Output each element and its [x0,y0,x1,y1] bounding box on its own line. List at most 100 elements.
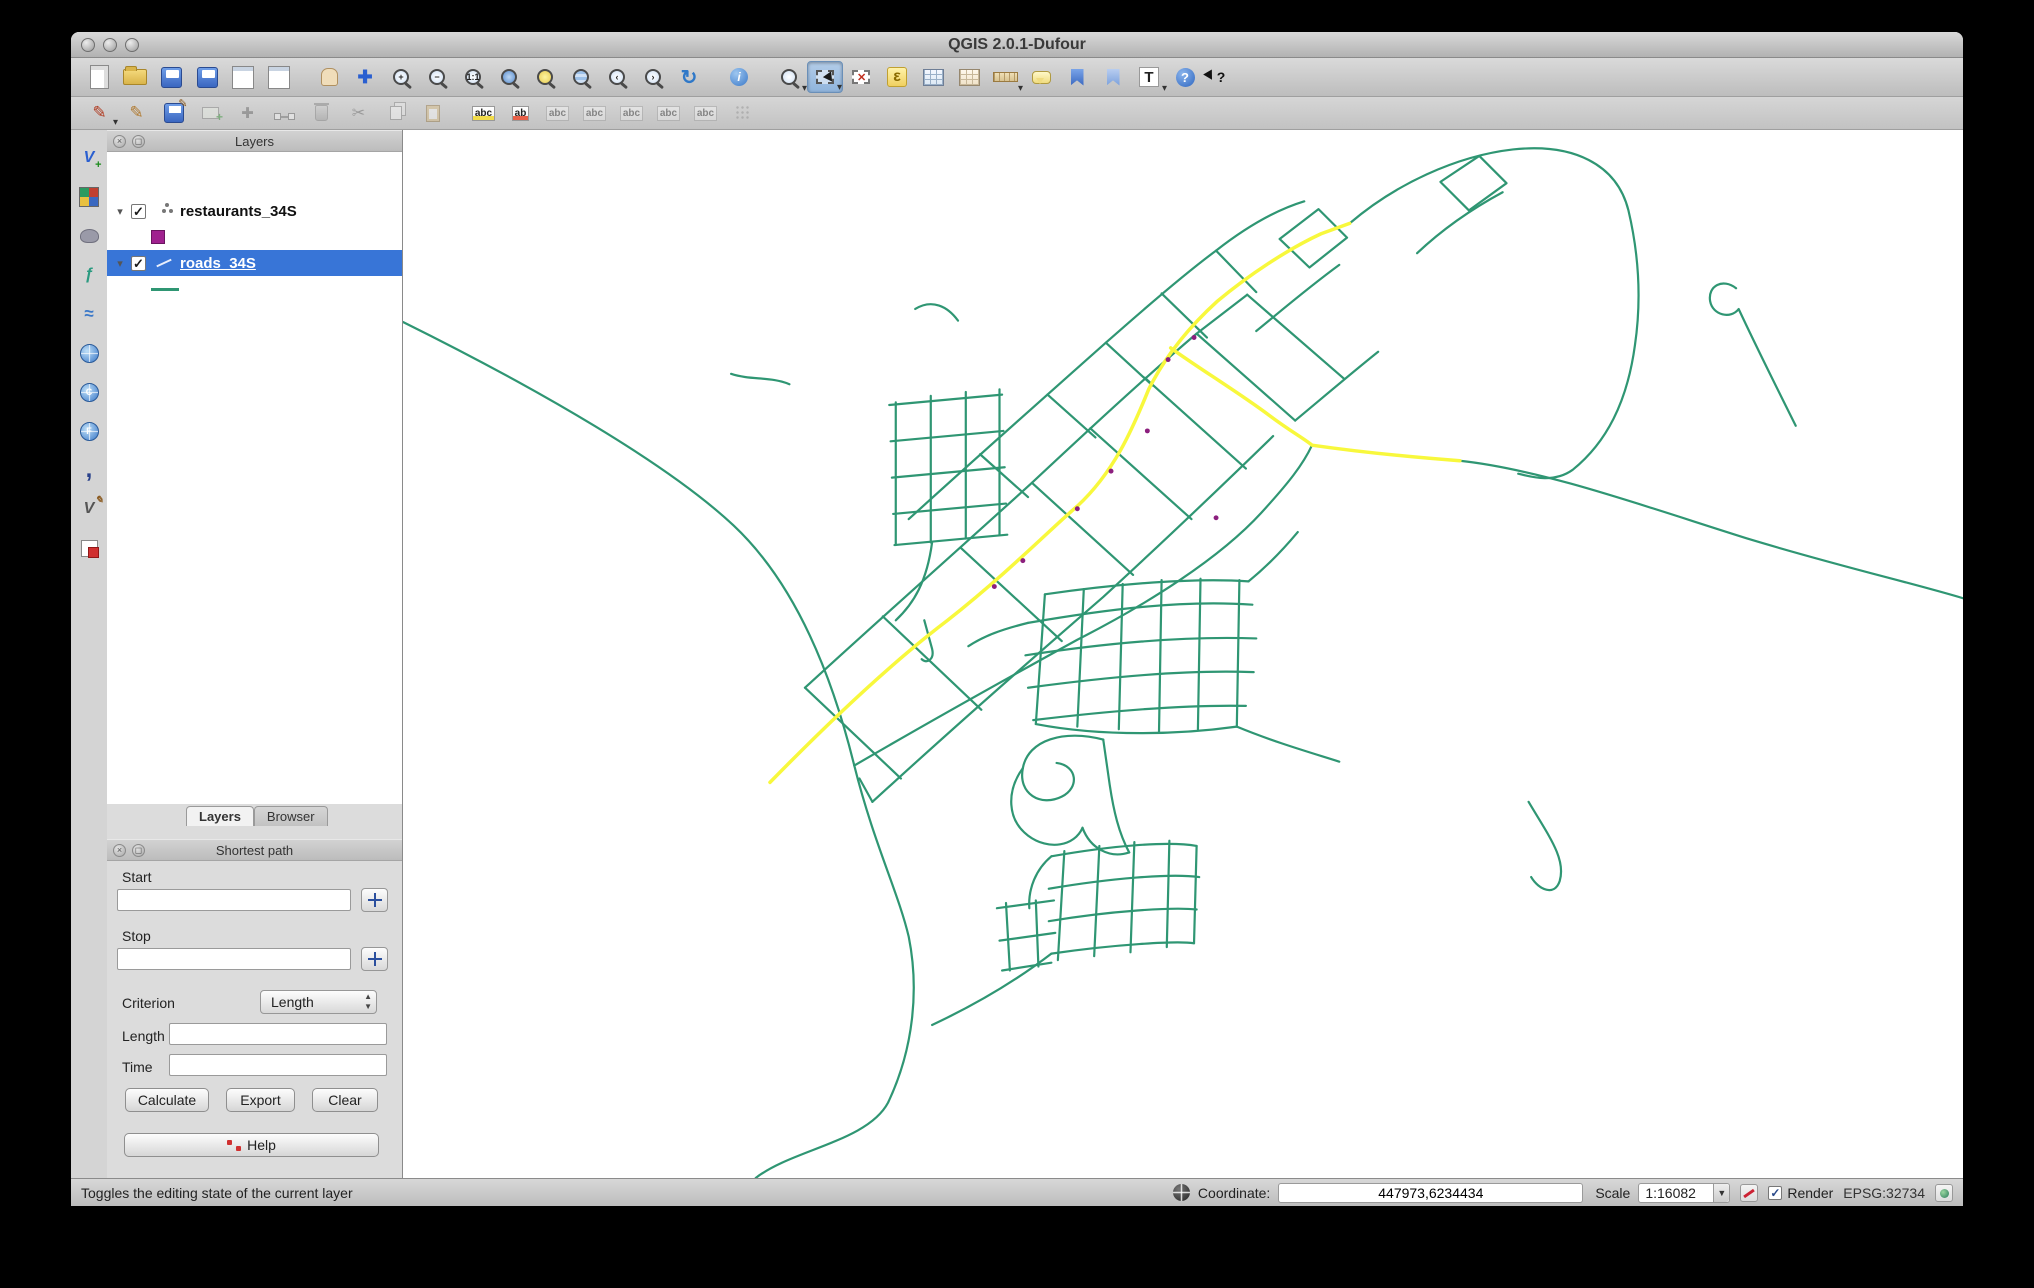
zoom-next-icon[interactable]: › [635,61,671,93]
pan-map-icon[interactable] [311,61,347,93]
toggle-editing-icon[interactable]: ✎ [118,99,155,127]
cut-features-icon[interactable]: ✂ [340,99,377,127]
title-bar[interactable]: QGIS 2.0.1-Dufour [71,32,1963,58]
length-input[interactable] [169,1023,387,1045]
zoom-full-icon[interactable] [491,61,527,93]
pin-labels-icon[interactable]: abc [539,99,576,127]
identify-features-icon[interactable]: i [721,61,757,93]
deselect-all-icon[interactable] [843,61,879,93]
add-mssql-layer-icon[interactable]: ≈ [74,300,104,328]
add-spatialite-layer-icon[interactable]: ƒ [74,261,104,289]
scale-dropdown-arrow-icon: ▼ [1713,1183,1730,1202]
zoom-native-icon[interactable]: 1:1 [455,61,491,93]
render-checkbox[interactable]: ✓ [1768,1185,1783,1200]
map-canvas[interactable] [403,130,1963,1178]
change-label-icon[interactable]: abc [687,99,724,127]
show-bookmarks-icon[interactable] [1095,61,1131,93]
crs-status-icon[interactable] [1935,1183,1953,1202]
select-by-expression-icon[interactable]: ε [879,61,915,93]
help-contents-icon[interactable]: ? [1167,61,1203,93]
zoom-to-selection-icon[interactable] [527,61,563,93]
export-button[interactable]: Export [226,1088,295,1112]
road-graph-icon [227,1139,242,1151]
toolbar-row-2: ✎✎✚✂abcababcabcabcabcabc [71,97,1963,130]
move-feature-icon[interactable]: ✚ [229,99,266,127]
paste-features-icon[interactable] [414,99,451,127]
stop-pick-button[interactable] [361,947,388,971]
map-tips-icon[interactable] [1023,61,1059,93]
shortest-path-content: Start Stop Criterion Length ▲ ▼ Length Ti… [107,861,402,1178]
add-raster-layer-icon[interactable] [74,183,104,211]
rotate-label-icon[interactable]: abc [650,99,687,127]
remove-layer-icon[interactable] [74,534,104,562]
criterion-dropdown[interactable]: Length ▲ ▼ [260,990,377,1014]
status-message: Toggles the editing state of the current… [81,1184,353,1201]
open-project-icon[interactable] [117,61,153,93]
current-edits-icon[interactable]: ✎ [81,99,118,128]
new-bookmark-icon[interactable] [1059,61,1095,93]
line-layer-icon [154,258,174,268]
zoom-out-icon[interactable]: − [419,61,455,93]
help-button[interactable]: Help [124,1133,379,1157]
add-vector-layer-icon[interactable]: V [74,144,104,172]
layers-panel-close-button[interactable]: × [113,134,126,148]
clear-button[interactable]: Clear [312,1088,378,1112]
text-annotation-icon[interactable]: T [1131,61,1167,94]
pan-to-selection-icon[interactable]: ✚ [347,61,383,93]
field-calculator-icon[interactable] [951,61,987,93]
zoom-in-icon[interactable]: + [383,61,419,93]
measure-icon[interactable] [987,61,1023,94]
save-project-icon[interactable] [153,61,189,93]
save-layer-edits-icon[interactable] [155,97,192,127]
extents-toggle-icon[interactable] [1172,1184,1190,1201]
layer-labeling-options-icon[interactable]: ab [502,99,539,127]
stop-render-icon[interactable] [1740,1183,1759,1202]
time-input[interactable] [169,1054,387,1076]
scale-combo[interactable]: 1:16082 ▼ [1638,1182,1731,1203]
new-shapefile-layer-icon[interactable]: V [74,495,104,523]
composer-manager-icon[interactable] [261,61,297,93]
open-attribute-table-icon[interactable] [915,61,951,93]
expand-triangle-icon[interactable]: ▾ [113,257,127,270]
new-project-icon[interactable] [81,61,117,93]
zoom-to-layer-icon[interactable] [563,61,599,93]
delete-selected-icon[interactable] [303,99,340,127]
move-label-icon[interactable]: abc [613,99,650,127]
toolbar-row-1: ✚+−1:1 ‹›↻ i ε T?? [71,58,1963,97]
layer-row-restaurants[interactable]: ▾ ✓ restaurants_34S [107,198,402,224]
copy-features-icon[interactable] [377,99,414,127]
node-tool-icon[interactable] [266,99,303,127]
select-menu-icon[interactable] [771,61,807,94]
shortest-path-close-button[interactable]: × [113,843,126,857]
stop-input[interactable] [117,948,351,970]
select-rectangle-icon[interactable] [807,61,843,93]
highlight-labels-icon[interactable]: abc [576,99,613,127]
save-project-as-icon[interactable] [189,61,225,93]
tab-browser[interactable]: Browser [253,806,328,826]
layer-row-roads[interactable]: ▾ ✓ roads_34S [107,250,402,276]
add-wcs-layer-icon[interactable]: C [74,378,104,406]
new-print-composer-icon[interactable] [225,61,261,93]
layers-panel-float-button[interactable]: ◻ [132,134,145,148]
point-layer-icon [154,209,174,213]
layer-visibility-checkbox[interactable]: ✓ [131,203,146,219]
add-feature-icon[interactable] [192,99,229,127]
layer-visibility-checkbox[interactable]: ✓ [131,255,146,271]
panel-tabs: Layers Browser [107,804,402,826]
refresh-map-icon[interactable]: ↻ [671,61,707,93]
expand-triangle-icon[interactable]: ▾ [113,205,127,218]
zoom-last-icon[interactable]: ‹ [599,61,635,93]
add-postgis-layer-icon[interactable] [74,222,104,250]
label-grid-icon[interactable] [724,99,761,127]
start-pick-button[interactable] [361,888,388,912]
coordinate-input[interactable] [1278,1182,1584,1203]
calculate-button[interactable]: Calculate [125,1088,209,1112]
start-input[interactable] [117,889,351,911]
whats-this-icon[interactable]: ? [1203,61,1239,93]
layer-labeling-icon[interactable]: abc [465,99,502,127]
shortest-path-float-button[interactable]: ◻ [132,843,145,857]
add-wfs-layer-icon[interactable]: F [74,417,104,445]
add-delimited-text-layer-icon[interactable]: , [74,456,104,484]
add-wms-layer-icon[interactable] [74,339,104,367]
tab-layers[interactable]: Layers [186,806,254,826]
